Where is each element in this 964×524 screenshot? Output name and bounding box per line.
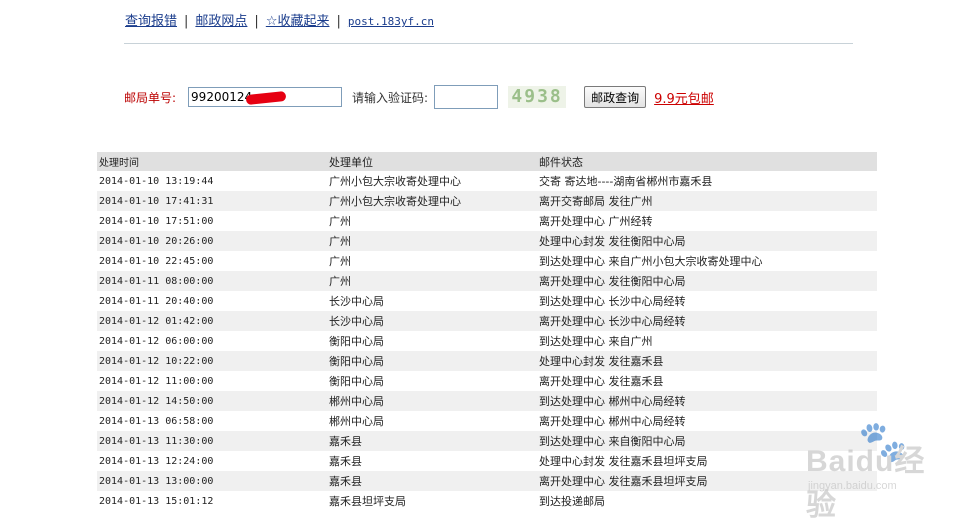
- divider: [124, 43, 853, 44]
- table-row: 2014-01-11 20:40:00 长沙中心局 到达处理中心 长沙中心局经转: [97, 291, 877, 311]
- tracking-rows: 2014-01-10 13:19:44 广州小包大宗收寄处理中心 交寄 寄达地---…: [97, 171, 877, 511]
- cell-unit: 广州: [327, 231, 537, 251]
- cell-unit: 郴州中心局: [327, 391, 537, 411]
- table-row: 2014-01-11 08:00:00 广州 离开处理中心 发往衡阳中心局: [97, 271, 877, 291]
- nav-link-bookmark[interactable]: ☆收藏起来: [266, 14, 330, 29]
- cell-status: 离开处理中心 发往嘉禾县: [539, 375, 664, 388]
- cell-unit: 长沙中心局: [329, 295, 384, 308]
- table-row: 2014-01-10 17:41:31 广州小包大宗收寄处理中心 离开交寄邮局 发往…: [97, 191, 877, 211]
- header-status: 邮件状态: [537, 152, 877, 171]
- cell-time: 2014-01-12 01:42:00: [97, 311, 327, 331]
- cell-status: 到达处理中心 来自广州小包大宗收寄处理中心: [539, 255, 763, 268]
- tracking-table: 处理时间 处理单位 邮件状态 2014-01-10 13:19:44 广州小包大宗…: [97, 152, 877, 511]
- cell-status: 离开处理中心 长沙中心局经转: [537, 311, 877, 331]
- cell-status: 到达处理中心 郴州中心局经转: [537, 391, 877, 411]
- cell-time: 2014-01-13 11:30:00: [97, 431, 327, 451]
- cell-unit: 嘉禾县坦坪支局: [329, 495, 406, 508]
- table-row: 2014-01-13 11:30:00 嘉禾县 到达处理中心 来自衡阳中心局: [97, 431, 877, 451]
- cell-time: 2014-01-12 06:00:00: [99, 335, 214, 347]
- captcha-image[interactable]: 4938: [508, 86, 567, 108]
- cell-time: 2014-01-11 08:00:00: [97, 271, 327, 291]
- order-number-label: 邮局单号:: [124, 90, 177, 105]
- postal-query-button[interactable]: 邮政查询: [584, 86, 647, 108]
- table-row: 2014-01-10 22:45:00 广州 到达处理中心 来自广州小包大宗收寄处理…: [97, 251, 877, 271]
- cell-unit: 嘉禾县: [327, 471, 537, 491]
- cell-unit: 广州: [327, 271, 537, 291]
- cell-status: 离开处理中心 发往嘉禾县坦坪支局: [537, 471, 877, 491]
- cell-status: 到达处理中心 来自衡阳中心局: [537, 431, 877, 451]
- cell-status: 到达投递邮局: [539, 495, 605, 508]
- order-number-value: 99200124: [191, 90, 253, 104]
- cell-time: 2014-01-13 12:24:00: [99, 455, 214, 467]
- cell-time: 2014-01-11 20:40:00: [99, 295, 214, 307]
- cell-time: 2014-01-10 17:51:00: [99, 215, 214, 227]
- cell-unit: 衡阳中心局: [329, 375, 384, 388]
- cell-time: 2014-01-12 14:50:00: [97, 391, 327, 411]
- table-row: 2014-01-12 14:50:00 郴州中心局 到达处理中心 郴州中心局经转: [97, 391, 877, 411]
- cell-status: 处理中心封发 发往嘉禾县坦坪支局: [539, 455, 708, 468]
- table-row: 2014-01-12 06:00:00 衡阳中心局 到达处理中心 来自广州: [97, 331, 877, 351]
- nav-separator: |: [184, 14, 189, 29]
- query-form: 邮局单号: 99200124 请输入验证码: 4938 邮政查询 9.9元包邮: [124, 84, 824, 110]
- table-row: 2014-01-12 11:00:00 衡阳中心局 离开处理中心 发往嘉禾县: [97, 371, 877, 391]
- table-row: 2014-01-12 01:42:00 长沙中心局 离开处理中心 长沙中心局经转: [97, 311, 877, 331]
- nav-link-report-error[interactable]: 查询报错: [125, 14, 177, 29]
- table-row: 2014-01-12 10:22:00 衡阳中心局 处理中心封发 发往嘉禾县: [97, 351, 877, 371]
- cell-time: 2014-01-13 15:01:12: [99, 495, 214, 507]
- cell-unit: 郴州中心局: [329, 415, 384, 428]
- table-row: 2014-01-13 12:24:00 嘉禾县 处理中心封发 发往嘉禾县坦坪支局: [97, 451, 877, 471]
- cell-time: 2014-01-10 17:41:31: [97, 191, 327, 211]
- table-row: 2014-01-10 20:26:00 广州 处理中心封发 发往衡阳中心局: [97, 231, 877, 251]
- cell-unit: 广州: [329, 255, 351, 268]
- table-header-row: 处理时间 处理单位 邮件状态: [97, 152, 877, 171]
- cell-unit: 嘉禾县: [327, 431, 537, 451]
- nav-separator: |: [254, 14, 259, 29]
- cell-status: 离开处理中心 广州经转: [539, 215, 653, 228]
- cell-unit: 广州小包大宗收寄处理中心: [329, 175, 461, 188]
- nav-link-site[interactable]: post.183yf.cn: [348, 15, 434, 28]
- cell-unit: 衡阳中心局: [327, 351, 537, 371]
- cell-time: 2014-01-12 10:22:00: [97, 351, 327, 371]
- cell-time: 2014-01-10 22:45:00: [99, 255, 214, 267]
- cell-time: 2014-01-10 20:26:00: [97, 231, 327, 251]
- table-row: 2014-01-10 13:19:44 广州小包大宗收寄处理中心 交寄 寄达地---…: [97, 171, 877, 191]
- header-unit: 处理单位: [327, 152, 537, 171]
- table-row: 2014-01-13 13:00:00 嘉禾县 离开处理中心 发往嘉禾县坦坪支局: [97, 471, 877, 491]
- cell-status: 到达处理中心 长沙中心局经转: [539, 295, 686, 308]
- nav-link-post-offices[interactable]: 邮政网点: [195, 14, 247, 29]
- cell-status: 处理中心封发 发往嘉禾县: [537, 351, 877, 371]
- table-row: 2014-01-13 06:58:00 郴州中心局 离开处理中心 郴州中心局经转: [97, 411, 877, 431]
- cell-time: 2014-01-10 13:19:44: [99, 175, 214, 187]
- cell-unit: 广州: [329, 215, 351, 228]
- cell-status: 处理中心封发 发往衡阳中心局: [537, 231, 877, 251]
- cell-status: 到达处理中心 来自广州: [539, 335, 653, 348]
- table-row: 2014-01-10 17:51:00 广州 离开处理中心 广州经转: [97, 211, 877, 231]
- cell-status: 离开处理中心 发往衡阳中心局: [537, 271, 877, 291]
- cell-unit: 衡阳中心局: [329, 335, 384, 348]
- header-time: 处理时间: [97, 152, 327, 171]
- cell-time: 2014-01-13 13:00:00: [97, 471, 327, 491]
- captcha-label: 请输入验证码:: [352, 90, 429, 105]
- cell-status: 离开处理中心 郴州中心局经转: [539, 415, 686, 428]
- cell-status: 交寄 寄达地----湖南省郴州市嘉禾县: [539, 175, 713, 188]
- promo-link[interactable]: 9.9元包邮: [654, 88, 714, 107]
- order-number-input[interactable]: 99200124: [188, 87, 343, 107]
- cell-unit: 广州小包大宗收寄处理中心: [327, 191, 537, 211]
- cell-unit: 嘉禾县: [329, 455, 362, 468]
- cell-time: 2014-01-12 11:00:00: [99, 375, 214, 387]
- top-nav: 查询报错 | 邮政网点 | ☆收藏起来 | post.183yf.cn: [125, 10, 434, 29]
- nav-separator: |: [336, 14, 341, 29]
- table-row: 2014-01-13 15:01:12 嘉禾县坦坪支局 到达投递邮局: [97, 491, 877, 511]
- cell-status: 离开交寄邮局 发往广州: [537, 191, 877, 211]
- cell-time: 2014-01-13 06:58:00: [99, 415, 214, 427]
- cell-unit: 长沙中心局: [327, 311, 537, 331]
- captcha-input[interactable]: [434, 85, 499, 109]
